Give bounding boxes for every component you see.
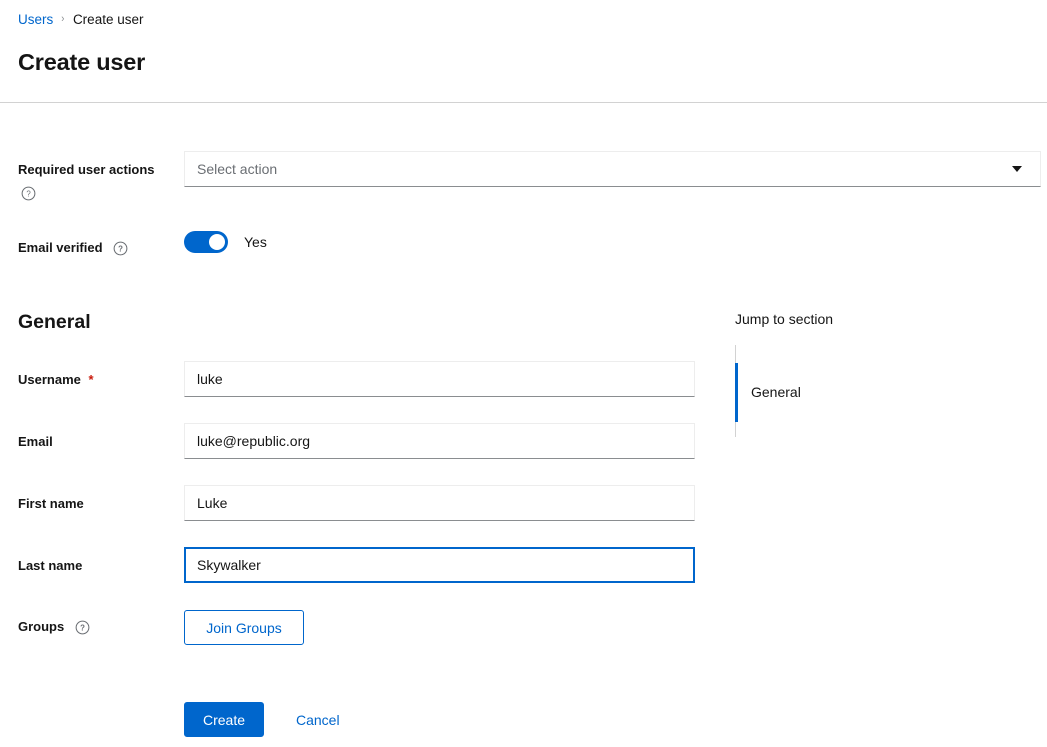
first-name-label-text: First name: [18, 496, 84, 511]
required-user-actions-label-text: Required user actions: [18, 162, 155, 177]
email-verified-label-text: Email verified: [18, 240, 103, 255]
join-groups-button[interactable]: Join Groups: [184, 610, 304, 645]
email-label-text: Email: [18, 434, 53, 449]
required-marker: *: [89, 372, 94, 387]
required-user-actions-placeholder: Select action: [197, 161, 277, 177]
last-name-input[interactable]: [184, 547, 695, 583]
page-title: Create user: [18, 47, 145, 77]
username-label-text: Username: [18, 372, 81, 387]
last-name-label-text: Last name: [18, 558, 82, 573]
svg-text:?: ?: [118, 245, 123, 254]
required-user-actions-label: Required user actions: [18, 161, 155, 178]
jump-to-section-active-indicator: [735, 363, 738, 422]
header-divider: [0, 102, 1047, 103]
help-circle-icon-groups[interactable]: ?: [75, 620, 90, 635]
first-name-label: First name: [18, 495, 84, 512]
email-verified-toggle[interactable]: [184, 231, 228, 253]
cancel-button[interactable]: Cancel: [280, 702, 356, 737]
username-label: Username *: [18, 371, 94, 388]
toggle-knob: [209, 234, 225, 250]
chevron-down-icon: [1012, 166, 1022, 172]
email-verified-state-text: Yes: [244, 234, 267, 250]
chevron-right-icon: ›: [62, 11, 65, 28]
section-title-general: General: [18, 309, 91, 335]
create-button[interactable]: Create: [184, 702, 264, 737]
page-header: Users › Create user Create user: [0, 0, 1047, 103]
username-input[interactable]: [184, 361, 695, 397]
email-input[interactable]: [184, 423, 695, 459]
jump-to-section-item-general[interactable]: General: [751, 383, 801, 401]
email-verified-label: Email verified ?: [18, 239, 128, 256]
jump-to-section-title: Jump to section: [735, 310, 833, 328]
breadcrumb-current: Create user: [73, 11, 144, 28]
svg-text:?: ?: [26, 190, 31, 199]
groups-label-text: Groups: [18, 619, 64, 634]
groups-label: Groups ?: [18, 618, 90, 635]
help-circle-icon-email-verified[interactable]: ?: [113, 241, 128, 256]
help-circle-icon-required-user-actions[interactable]: ?: [21, 186, 36, 201]
last-name-label: Last name: [18, 557, 82, 574]
required-user-actions-select[interactable]: Select action: [184, 151, 1041, 187]
svg-text:?: ?: [80, 624, 85, 633]
email-verified-switch-wrap: Yes: [184, 231, 267, 253]
email-label: Email: [18, 433, 53, 450]
breadcrumb-link-users[interactable]: Users: [18, 11, 53, 28]
breadcrumb: Users › Create user: [18, 11, 143, 28]
first-name-input[interactable]: [184, 485, 695, 521]
